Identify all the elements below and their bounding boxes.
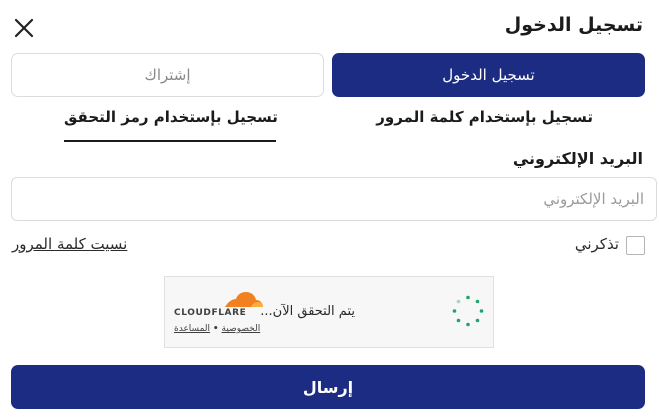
help-link[interactable]: المساعدة [174,324,210,334]
email-field[interactable] [11,177,657,221]
captcha-status-text: يتم التحقق الآن... [260,304,355,319]
forgot-password-link[interactable]: نسيت كلمة المرور [12,235,127,253]
submit-button[interactable]: إرسال [11,365,645,409]
cloudflare-captcha-widget[interactable]: يتم التحقق الآن... CLOUDFLARE الخصوصية •… [164,276,494,348]
loading-spinner-icon [451,294,485,328]
close-icon[interactable] [12,16,36,40]
link-separator: • [212,324,219,334]
active-method-underline [64,140,276,142]
tab-login[interactable]: تسجيل الدخول [332,53,645,97]
cloudflare-logo-text: CLOUDFLARE [174,308,247,318]
tab-signup[interactable]: إشتراك [11,53,324,97]
email-label: البريد الإلكتروني [512,149,643,168]
privacy-link[interactable]: الخصوصية [222,324,261,334]
remember-me-label: تذكرني [574,235,619,253]
login-method-code[interactable]: تسجيل بإستخدام رمز التحقق [64,108,278,126]
page-title: تسجيل الدخول [504,14,643,36]
captcha-links: الخصوصية • المساعدة [174,324,260,334]
remember-me-checkbox[interactable] [626,236,645,255]
login-method-password[interactable]: تسجيل بإستخدام كلمة المرور [376,108,593,126]
